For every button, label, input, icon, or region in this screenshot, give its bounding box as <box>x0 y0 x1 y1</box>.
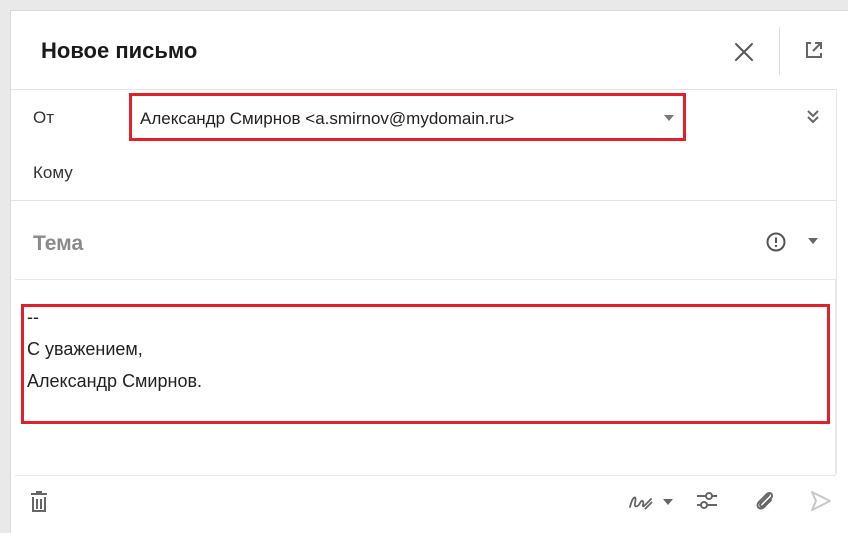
compose-header: Новое письмо <box>11 11 848 89</box>
caret-down-icon <box>663 499 673 505</box>
compose-toolbar <box>11 476 848 533</box>
trash-icon <box>31 491 47 512</box>
page-title: Новое письмо <box>41 38 198 63</box>
signature-button[interactable] <box>627 489 655 513</box>
attach-button[interactable] <box>753 488 777 514</box>
signature-icon <box>629 496 653 510</box>
expand-fields-button[interactable] <box>803 107 823 127</box>
open-in-new-window-icon <box>806 42 822 58</box>
editor-scrollbar[interactable] <box>836 89 848 474</box>
from-label: От <box>33 108 55 127</box>
signature-block: -- С уважением, Александр Смирнов. <box>21 304 830 424</box>
message-body-editor[interactable]: -- С уважением, Александр Смирнов. <box>15 279 836 476</box>
delete-draft-button[interactable] <box>29 490 49 514</box>
settings-sliders-icon <box>697 492 717 509</box>
to-field[interactable] <box>121 153 815 199</box>
priority-button[interactable] <box>765 231 787 253</box>
signature-line: С уважением, <box>27 339 143 359</box>
signature-separator: -- <box>27 307 39 327</box>
send-button[interactable] <box>809 489 833 513</box>
recipients-divider <box>11 200 837 201</box>
format-settings-button[interactable] <box>695 490 719 512</box>
header-divider <box>779 27 780 75</box>
to-label: Кому <box>33 163 73 182</box>
subject-field[interactable] <box>31 223 735 265</box>
from-select[interactable]: Александр Смирнов <a.smirnov@mydomain.ru… <box>129 93 686 141</box>
close-icon <box>735 43 753 61</box>
compose-window: Новое письмо От Александр Смирнов <a.smi… <box>10 10 848 533</box>
paperclip-icon <box>756 491 774 510</box>
priority-menu-caret[interactable] <box>808 238 818 244</box>
chevron-down-icon <box>664 115 674 121</box>
popout-button[interactable] <box>799 35 829 65</box>
header-divider-line <box>11 89 837 90</box>
close-button[interactable] <box>727 35 761 69</box>
from-select-value: Александр Смирнов <a.smirnov@mydomain.ru… <box>140 109 515 128</box>
signature-line: Александр Смирнов. <box>27 371 203 391</box>
send-icon <box>811 491 831 511</box>
exclamation-circle-icon <box>766 232 786 252</box>
signature-menu-caret[interactable] <box>663 499 673 505</box>
double-chevron-down-icon <box>807 110 819 124</box>
